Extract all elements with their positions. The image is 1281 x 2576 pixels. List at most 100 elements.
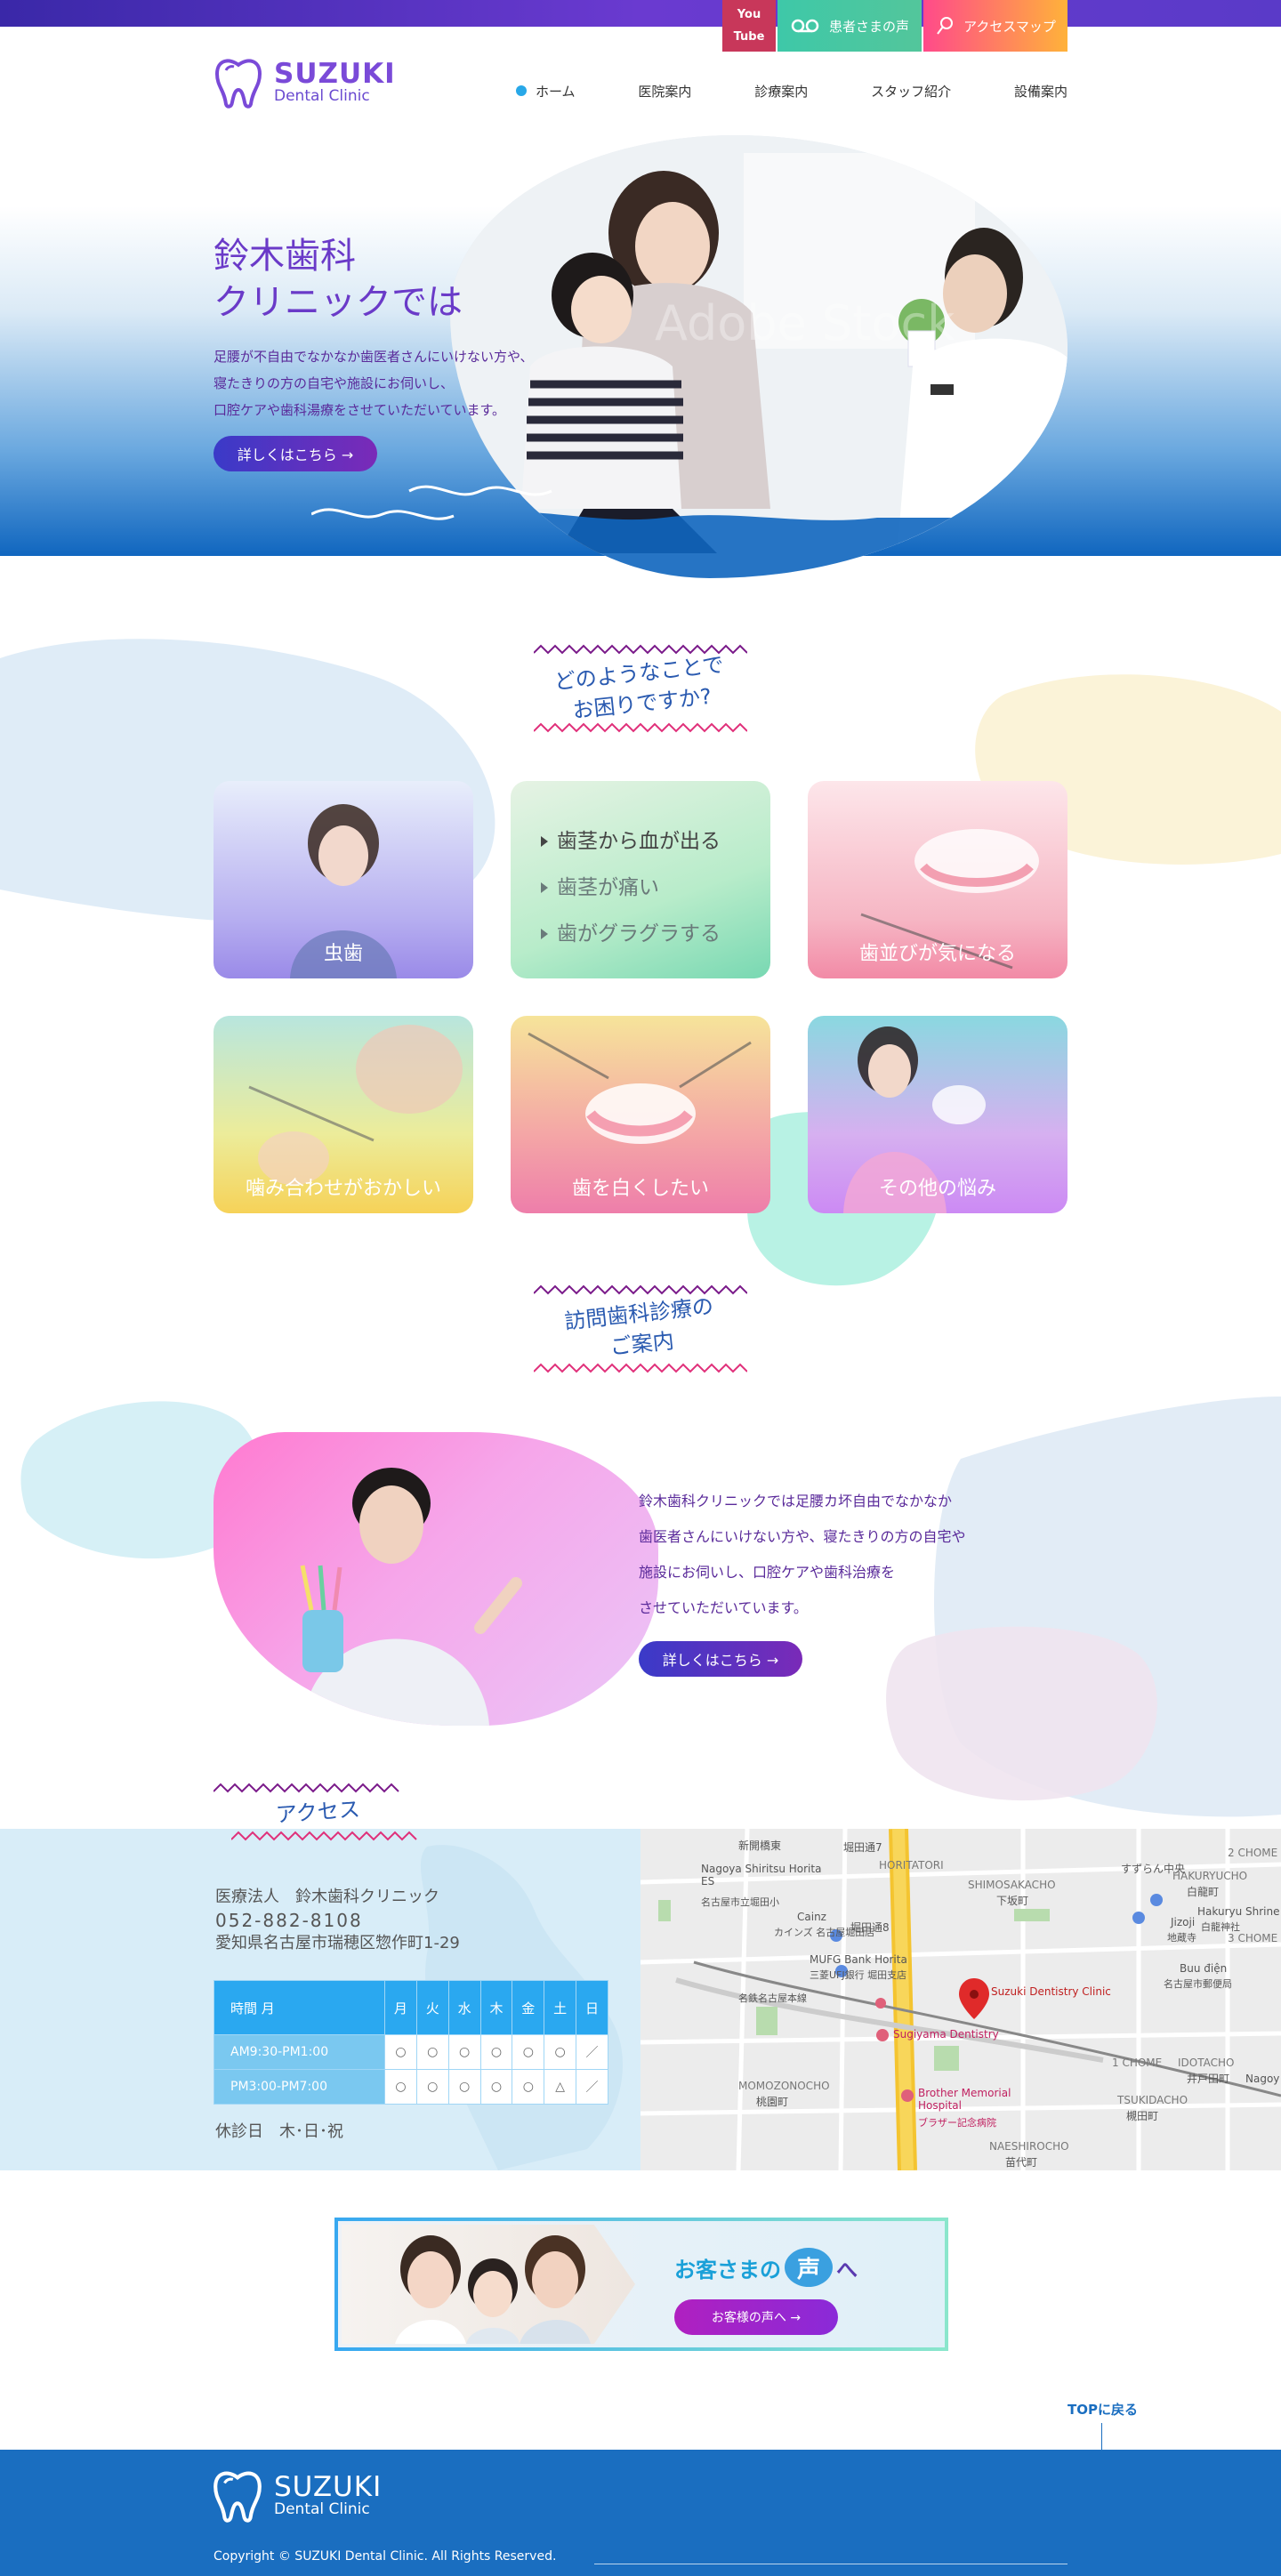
problem-card-cavity[interactable]: 虫歯 [214, 781, 473, 978]
hours-mark-cell: ○ [479, 2034, 513, 2070]
visit-text-line4: させていただいています。 [639, 1599, 808, 1616]
map-label: 名古屋市立堀田小 [701, 1896, 779, 1908]
hours-mark-cell: ○ [479, 2069, 513, 2105]
customer-voice-banner[interactable]: お客さまの 声 へ お客様の声へ → [334, 2218, 948, 2351]
hours-header-cell: 時間 月 [214, 1980, 385, 2035]
hours-time-cell: PM3:00-PM7:00 [214, 2069, 385, 2105]
problem-card-other[interactable]: その他の悩み [808, 1016, 1068, 1213]
clinic-phone[interactable]: 052-882-8108 [215, 1909, 571, 1932]
hero-title: 鈴木歯科 クリニックでは [214, 233, 605, 326]
map-label: 新開橋東 [738, 1839, 782, 1852]
hours-mark-cell: ○ [384, 2034, 417, 2070]
logo-name: SUZUKI [274, 58, 396, 90]
hours-header-cell: 火 [415, 1980, 449, 2035]
patient-voice-button[interactable]: 患者さまの声 [777, 0, 922, 52]
map-label: 桃園町 [756, 2096, 789, 2108]
voice-title-right: へ [836, 2257, 858, 2282]
hero-text-line2: 寝たきりの方の自宅や施設にお伺いし、 [214, 375, 455, 391]
clinic-contact-info: 医療法人 鈴木歯科クリニック 052-882-8108 愛知県名古屋市瑞穂区惣作… [215, 1886, 571, 1955]
problem-card-whitening[interactable]: 歯を白くしたい [511, 1016, 770, 1213]
copyright-text: Copyright © SUZUKI Dental Clinic. All Ri… [214, 2549, 557, 2564]
map-label: 堀田通8 [850, 1921, 890, 1934]
bullet-triangle-icon [541, 882, 548, 893]
hero-wave-lines [311, 485, 552, 520]
access-map-label: アクセスマップ [963, 18, 1056, 35]
map-label: TSUKIDACHO [1117, 2094, 1188, 2106]
nav-item-staff[interactable]: スタッフ紹介 [871, 82, 951, 101]
active-dot-icon [516, 85, 527, 96]
hero-details-button[interactable]: 詳しくはこちら → [214, 436, 377, 471]
symptom-text: 歯がグラグラする [557, 922, 721, 946]
visit-heading: 訪問歯科診療の ご案内 [516, 1281, 765, 1379]
map-label: IDOTACHO [1178, 2057, 1235, 2069]
hours-mark-cell: ○ [415, 2069, 449, 2105]
card-label: 虫歯 [323, 943, 363, 965]
hours-mark-cell: ○ [447, 2069, 481, 2105]
main-nav: ホーム 医院案内 診療案内 スタッフ紹介 設備案内 [516, 78, 1068, 103]
hero-text-line1: 足腰が不自由でなかなか歯医者さんにいけない方や、 [214, 349, 534, 365]
nav-item-home[interactable]: ホーム [516, 82, 576, 101]
nav-label: 診療案内 [754, 83, 809, 100]
logo-subtitle: Dental Clinic [274, 87, 370, 105]
map-label: 苗代町 [1005, 2156, 1038, 2169]
hours-header-cell: 水 [447, 1980, 481, 2035]
symptom-item: 歯がグラグラする [541, 911, 721, 957]
map-label: ブラザー記念病院 [918, 2117, 996, 2129]
map-label: 地蔵寺 [1167, 1932, 1196, 1944]
bullet-triangle-icon [541, 836, 548, 847]
map-label: Cainz [797, 1911, 826, 1923]
hours-mark-cell: △ [544, 2069, 577, 2105]
card-label: 噛み合わせがおかしい [245, 1178, 441, 1200]
map-pin-icon [937, 17, 954, 35]
hours-time-cell: AM9:30-PM1:00 [214, 2034, 385, 2070]
map-label: 名古屋市郵便局 [1164, 1978, 1232, 1990]
problem-card-bite[interactable]: 噛み合わせがおかしい [214, 1016, 473, 1213]
top-gradient-bar [0, 0, 1281, 27]
map-label: 下坂町 [996, 1895, 1029, 1907]
nav-item-equipment[interactable]: 設備案内 [1014, 82, 1068, 101]
access-map-button[interactable]: アクセスマップ [923, 0, 1068, 52]
hours-mark-cell: ○ [512, 2034, 545, 2070]
tooth-icon [214, 2471, 262, 2523]
customer-voice-button[interactable]: お客様の声へ → [674, 2299, 838, 2335]
footer-logo-subtitle: Dental Clinic [274, 2500, 370, 2518]
map-label: Nagoy [1245, 2073, 1280, 2085]
hours-mark-cell: ○ [544, 2034, 577, 2070]
problem-card-gums[interactable]: 歯茎から血が出る 歯茎が痛い 歯がグラグラする [511, 781, 770, 978]
map-label: Hakuryu Shrine [1197, 1905, 1280, 1918]
visit-text-line1: 鈴木歯科クリニックでは足腰カ坏自由でなかなか [639, 1493, 953, 1509]
site-logo[interactable]: SUZUKI Dental Clinic [214, 55, 400, 110]
visit-details-button[interactable]: 詳しくはこちら → [639, 1641, 802, 1677]
problem-card-alignment[interactable]: 歯並びが気になる [808, 781, 1068, 978]
google-map[interactable]: 新開橋東 堀田通7 HORITATORI SHIMOSAKACHO 下坂町 Na… [640, 1829, 1281, 2170]
hero-text-line3: 口腔ケアや歯科湯療をさせていただいています。 [214, 402, 506, 418]
visit-description: 鈴木歯科クリニックでは足腰カ坏自由でなかなか 歯医者さんにいけない方や、寝たきり… [639, 1484, 1057, 1626]
map-label-clinic[interactable]: Suzuki Dentistry Clinic [991, 1985, 1111, 1998]
youtube-button[interactable]: You Tube [722, 0, 776, 52]
nav-label: 設備案内 [1013, 83, 1068, 100]
hero-watermark: Adobe Stock [655, 295, 955, 351]
map-label: NAESHIROCHO [989, 2140, 1069, 2153]
smiling-family-illustration [395, 2235, 591, 2344]
bullet-triangle-icon [541, 929, 548, 939]
nav-item-clinic[interactable]: 医院案内 [638, 82, 691, 101]
nav-item-treatment[interactable]: 診療案内 [754, 82, 808, 101]
map-label: 白龍町 [1187, 1886, 1220, 1898]
card-label: 歯を白くしたい [571, 1178, 709, 1200]
problems-heading: どのようなことで お困りですか? [516, 640, 765, 738]
office-hours-table: 時間 月 月 火 水 木 金 土 日 AM9:30-PM1:00 ○ ○ ○ ○… [214, 1980, 608, 2105]
map-label: Brother Memorial Hospital [918, 2087, 1011, 2112]
back-to-top-link[interactable]: TOPに戻る [1068, 2400, 1139, 2419]
map-label: 2 CHOME [1228, 1847, 1278, 1859]
hours-mark-cell: ○ [384, 2069, 417, 2105]
cassette-icon [791, 19, 819, 33]
nav-label: ホーム [536, 83, 576, 100]
symptom-text: 歯茎から血が出る [557, 830, 721, 853]
closed-days: 休診日 木･日･祝 [215, 2122, 343, 2141]
map-label: HORITATORI [879, 1859, 944, 1872]
map-labels: 新開橋東 堀田通7 HORITATORI SHIMOSAKACHO 下坂町 Na… [640, 1829, 1281, 2170]
hours-mark-cell: ／ [576, 2069, 608, 2105]
map-label: すずらん中央 [1121, 1863, 1186, 1875]
youtube-label-bottom: Tube [733, 30, 765, 44]
footer-logo[interactable]: SUZUKI Dental Clinic [212, 2468, 382, 2524]
